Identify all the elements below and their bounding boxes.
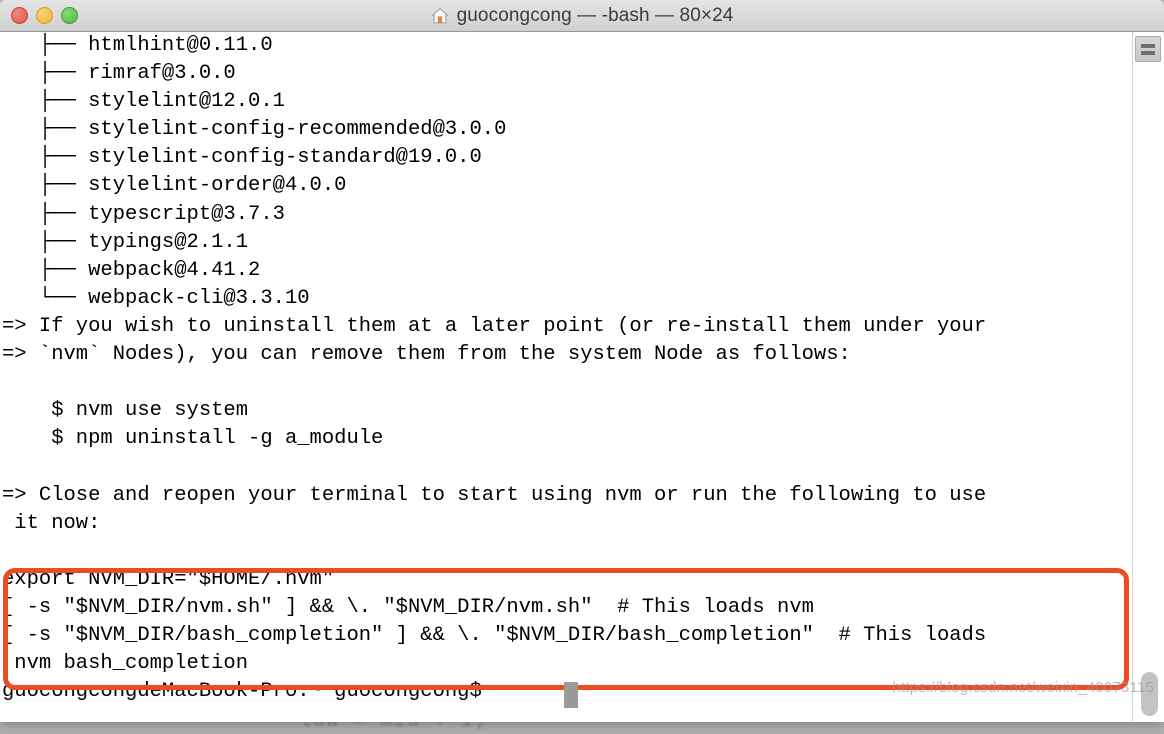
terminal-line: => If you wish to uninstall them at a la…	[2, 314, 987, 338]
window-title: guocongcong — -bash — 80×24	[456, 4, 734, 26]
terminal-line: [ -s "$NVM_DIR/nvm.sh" ] && \. "$NVM_DIR…	[2, 595, 814, 619]
home-icon	[430, 7, 449, 23]
terminal-line: ├── stylelint@12.0.1	[2, 90, 285, 114]
scrollbar-track[interactable]	[1132, 32, 1164, 722]
terminal-line: ├── typescript@3.7.3	[2, 202, 285, 226]
title-center-group: guocongcong — -bash — 80×24	[0, 5, 1164, 27]
watermark: https://blog.csdn.net/weixin_40073115	[892, 679, 1154, 696]
terminal-line: ├── typings@2.1.1	[2, 230, 249, 254]
close-button[interactable]	[11, 7, 28, 24]
terminal-line: => `nvm` Nodes), you can remove them fro…	[2, 343, 851, 367]
title-bar[interactable]: guocongcong — -bash — 80×24	[0, 0, 1164, 32]
minimize-button[interactable]	[36, 7, 53, 24]
terminal-body[interactable]: ├── htmlhint@0.11.0 ├── rimraf@3.0.0 ├──…	[0, 32, 1164, 722]
terminal-line: └── webpack-cli@3.3.10	[2, 286, 310, 310]
maximize-button[interactable]	[61, 7, 78, 24]
terminal-line: export NVM_DIR="$HOME/.nvm"	[2, 567, 335, 591]
terminal-line: ├── htmlhint@0.11.0	[2, 34, 273, 57]
terminal-line: => Close and reopen your terminal to sta…	[2, 483, 987, 507]
terminal-window: guocongcong — -bash — 80×24 ├── htmlhint…	[0, 0, 1164, 722]
terminal-output: ├── htmlhint@0.11.0 ├── rimraf@3.0.0 ├──…	[2, 32, 1130, 706]
terminal-line: it now:	[2, 511, 101, 535]
terminal-line: ├── webpack@4.41.2	[2, 258, 261, 282]
terminal-line: $ nvm use system	[2, 399, 249, 423]
terminal-line: ├── stylelint-order@4.0.0	[2, 174, 347, 198]
terminal-line: ├── stylelint-config-recommended@3.0.0	[2, 118, 507, 142]
traffic-light-group	[0, 7, 78, 24]
terminal-line: ├── stylelint-config-standard@19.0.0	[2, 146, 482, 170]
terminal-line: nvm bash_completion	[2, 652, 249, 676]
terminal-line: ├── rimraf@3.0.0	[2, 62, 236, 86]
terminal-line: $ npm uninstall -g a_module	[2, 427, 384, 451]
terminal-line: [ -s "$NVM_DIR/bash_completion" ] && \. …	[2, 623, 987, 647]
scroll-grip-icon[interactable]	[1135, 36, 1161, 62]
block-cursor	[564, 682, 578, 708]
